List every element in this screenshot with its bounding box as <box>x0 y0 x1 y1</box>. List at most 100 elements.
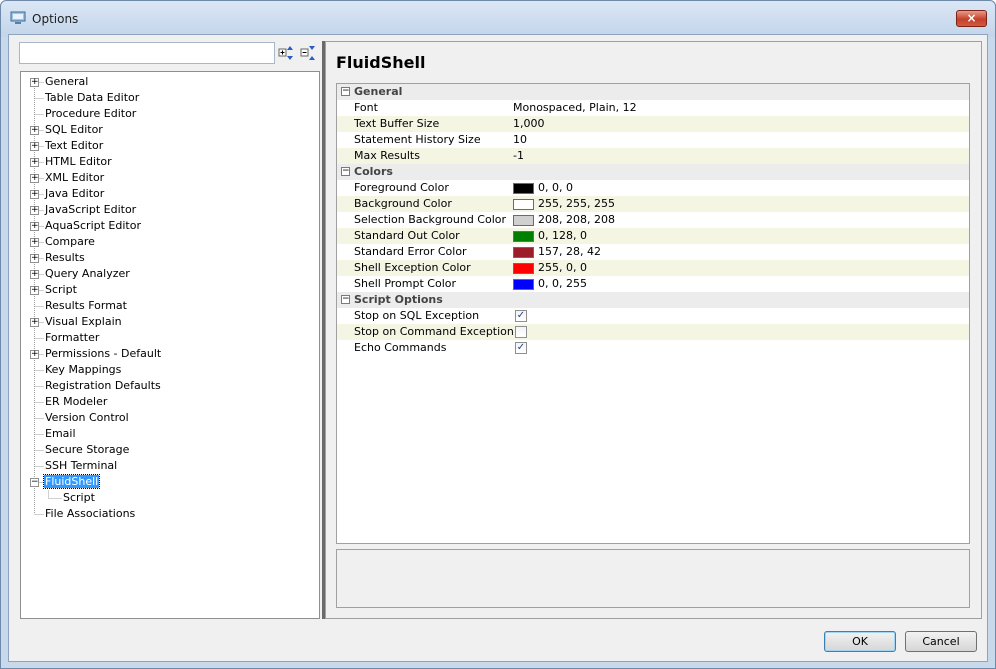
property-value[interactable]: 255, 255, 255 <box>538 196 615 212</box>
property-name: Standard Out Color <box>354 229 460 242</box>
property-value[interactable]: 208, 208, 208 <box>538 212 615 228</box>
property-value[interactable]: -1 <box>513 148 524 164</box>
expand-icon[interactable]: + <box>30 286 39 295</box>
property-value[interactable]: 0, 128, 0 <box>538 228 587 244</box>
property-name: Background Color <box>354 197 452 210</box>
color-swatch[interactable] <box>513 183 534 194</box>
close-button[interactable]: × <box>956 10 987 27</box>
tree-item-label: HTML Editor <box>45 155 112 168</box>
tree-item-sql-editor[interactable]: SQL Editor <box>44 122 104 138</box>
tree-item-file-associations[interactable]: File Associations <box>44 506 136 522</box>
tree-item-procedure-editor[interactable]: Procedure Editor <box>44 106 137 122</box>
expand-icon[interactable]: + <box>30 78 39 87</box>
property-row[interactable]: Stop on SQL Exception ✓ <box>337 308 969 324</box>
tree-item-label: Query Analyzer <box>45 267 130 280</box>
ok-button[interactable]: OK <box>824 631 896 652</box>
property-row[interactable]: Standard Error Color 157, 28, 42 <box>337 244 969 260</box>
collapse-icon[interactable]: − <box>341 295 350 304</box>
tree-item-label: Permissions - Default <box>45 347 162 360</box>
property-name: Text Buffer Size <box>354 117 440 130</box>
tree-item-script[interactable]: Script <box>62 490 96 506</box>
tree-item-java-editor[interactable]: Java Editor <box>44 186 105 202</box>
tree-item-fluidshell[interactable]: FluidShell <box>42 474 101 490</box>
collapse-all-icon[interactable] <box>300 45 316 61</box>
property-value[interactable]: 10 <box>513 132 527 148</box>
property-value[interactable]: 157, 28, 42 <box>538 244 601 260</box>
cancel-button[interactable]: Cancel <box>905 631 977 652</box>
expand-icon[interactable]: + <box>30 206 39 215</box>
tree-item-compare[interactable]: Compare <box>44 234 96 250</box>
property-checkbox[interactable] <box>515 326 527 338</box>
property-row[interactable]: Foreground Color 0, 0, 0 <box>337 180 969 196</box>
expand-icon[interactable]: + <box>30 270 39 279</box>
property-row[interactable]: Echo Commands ✓ <box>337 340 969 356</box>
tree-item-er-modeler[interactable]: ER Modeler <box>44 394 108 410</box>
color-swatch[interactable] <box>513 247 534 258</box>
color-swatch[interactable] <box>513 215 534 226</box>
expand-icon[interactable]: + <box>30 222 39 231</box>
expand-icon[interactable]: + <box>30 318 39 327</box>
property-value[interactable]: 0, 0, 0 <box>538 180 573 196</box>
group-name: Colors <box>354 165 393 178</box>
tree-item-secure-storage[interactable]: Secure Storage <box>44 442 130 458</box>
tree-item-text-editor[interactable]: Text Editor <box>44 138 104 154</box>
tree-item-results[interactable]: Results <box>44 250 86 266</box>
property-row[interactable]: Statement History Size 10 <box>337 132 969 148</box>
collapse-icon[interactable]: − <box>30 478 39 487</box>
collapse-icon[interactable]: − <box>341 87 350 96</box>
tree-item-version-control[interactable]: Version Control <box>44 410 130 426</box>
property-row[interactable]: Shell Prompt Color 0, 0, 255 <box>337 276 969 292</box>
color-swatch[interactable] <box>513 263 534 274</box>
expand-icon[interactable]: + <box>30 174 39 183</box>
property-row[interactable]: Font Monospaced, Plain, 12 <box>337 100 969 116</box>
tree-item-label: SSH Terminal <box>45 459 118 472</box>
property-value[interactable]: 1,000 <box>513 116 545 132</box>
property-checkbox[interactable]: ✓ <box>515 342 527 354</box>
tree-item-aquascript-editor[interactable]: AquaScript Editor <box>44 218 142 234</box>
expand-icon[interactable]: + <box>30 254 39 263</box>
expand-icon[interactable]: + <box>30 158 39 167</box>
property-value[interactable]: Monospaced, Plain, 12 <box>513 100 637 116</box>
color-swatch[interactable] <box>513 279 534 290</box>
property-row[interactable]: Text Buffer Size 1,000 <box>337 116 969 132</box>
tree-item-table-data-editor[interactable]: Table Data Editor <box>44 90 140 106</box>
property-row[interactable]: Background Color 255, 255, 255 <box>337 196 969 212</box>
property-checkbox[interactable]: ✓ <box>515 310 527 322</box>
expand-icon[interactable]: + <box>30 142 39 151</box>
tree-item-general[interactable]: General <box>44 74 89 90</box>
color-swatch[interactable] <box>513 199 534 210</box>
group-header-colors[interactable]: − Colors <box>337 164 969 180</box>
tree-item-visual-explain[interactable]: Visual Explain <box>44 314 123 330</box>
expand-icon[interactable]: + <box>30 238 39 247</box>
tree-item-ssh-terminal[interactable]: SSH Terminal <box>44 458 118 474</box>
tree-item-javascript-editor[interactable]: JavaScript Editor <box>44 202 137 218</box>
group-name: Script Options <box>354 293 443 306</box>
expand-icon[interactable]: + <box>30 190 39 199</box>
property-row[interactable]: Standard Out Color 0, 128, 0 <box>337 228 969 244</box>
tree-item-email[interactable]: Email <box>44 426 77 442</box>
property-row[interactable]: Stop on Command Exception <box>337 324 969 340</box>
property-value[interactable]: 0, 0, 255 <box>538 276 587 292</box>
tree-item-label: Version Control <box>45 411 129 424</box>
group-header-general[interactable]: − General <box>337 84 969 100</box>
tree-item-permissions-default[interactable]: Permissions - Default <box>44 346 162 362</box>
property-value[interactable]: 255, 0, 0 <box>538 260 587 276</box>
group-header-script-options[interactable]: − Script Options <box>337 292 969 308</box>
tree-item-query-analyzer[interactable]: Query Analyzer <box>44 266 131 282</box>
expand-all-icon[interactable] <box>278 45 294 61</box>
tree-item-results-format[interactable]: Results Format <box>44 298 128 314</box>
tree-item-xml-editor[interactable]: XML Editor <box>44 170 105 186</box>
tree-item-registration-defaults[interactable]: Registration Defaults <box>44 378 162 394</box>
tree-item-formatter[interactable]: Formatter <box>44 330 100 346</box>
color-swatch[interactable] <box>513 231 534 242</box>
tree-item-html-editor[interactable]: HTML Editor <box>44 154 113 170</box>
tree-item-script[interactable]: Script <box>44 282 78 298</box>
property-row[interactable]: Max Results -1 <box>337 148 969 164</box>
property-row[interactable]: Shell Exception Color 255, 0, 0 <box>337 260 969 276</box>
collapse-icon[interactable]: − <box>341 167 350 176</box>
property-row[interactable]: Selection Background Color 208, 208, 208 <box>337 212 969 228</box>
expand-icon[interactable]: + <box>30 126 39 135</box>
tree-item-key-mappings[interactable]: Key Mappings <box>44 362 122 378</box>
expand-icon[interactable]: + <box>30 350 39 359</box>
search-input[interactable] <box>19 42 275 64</box>
